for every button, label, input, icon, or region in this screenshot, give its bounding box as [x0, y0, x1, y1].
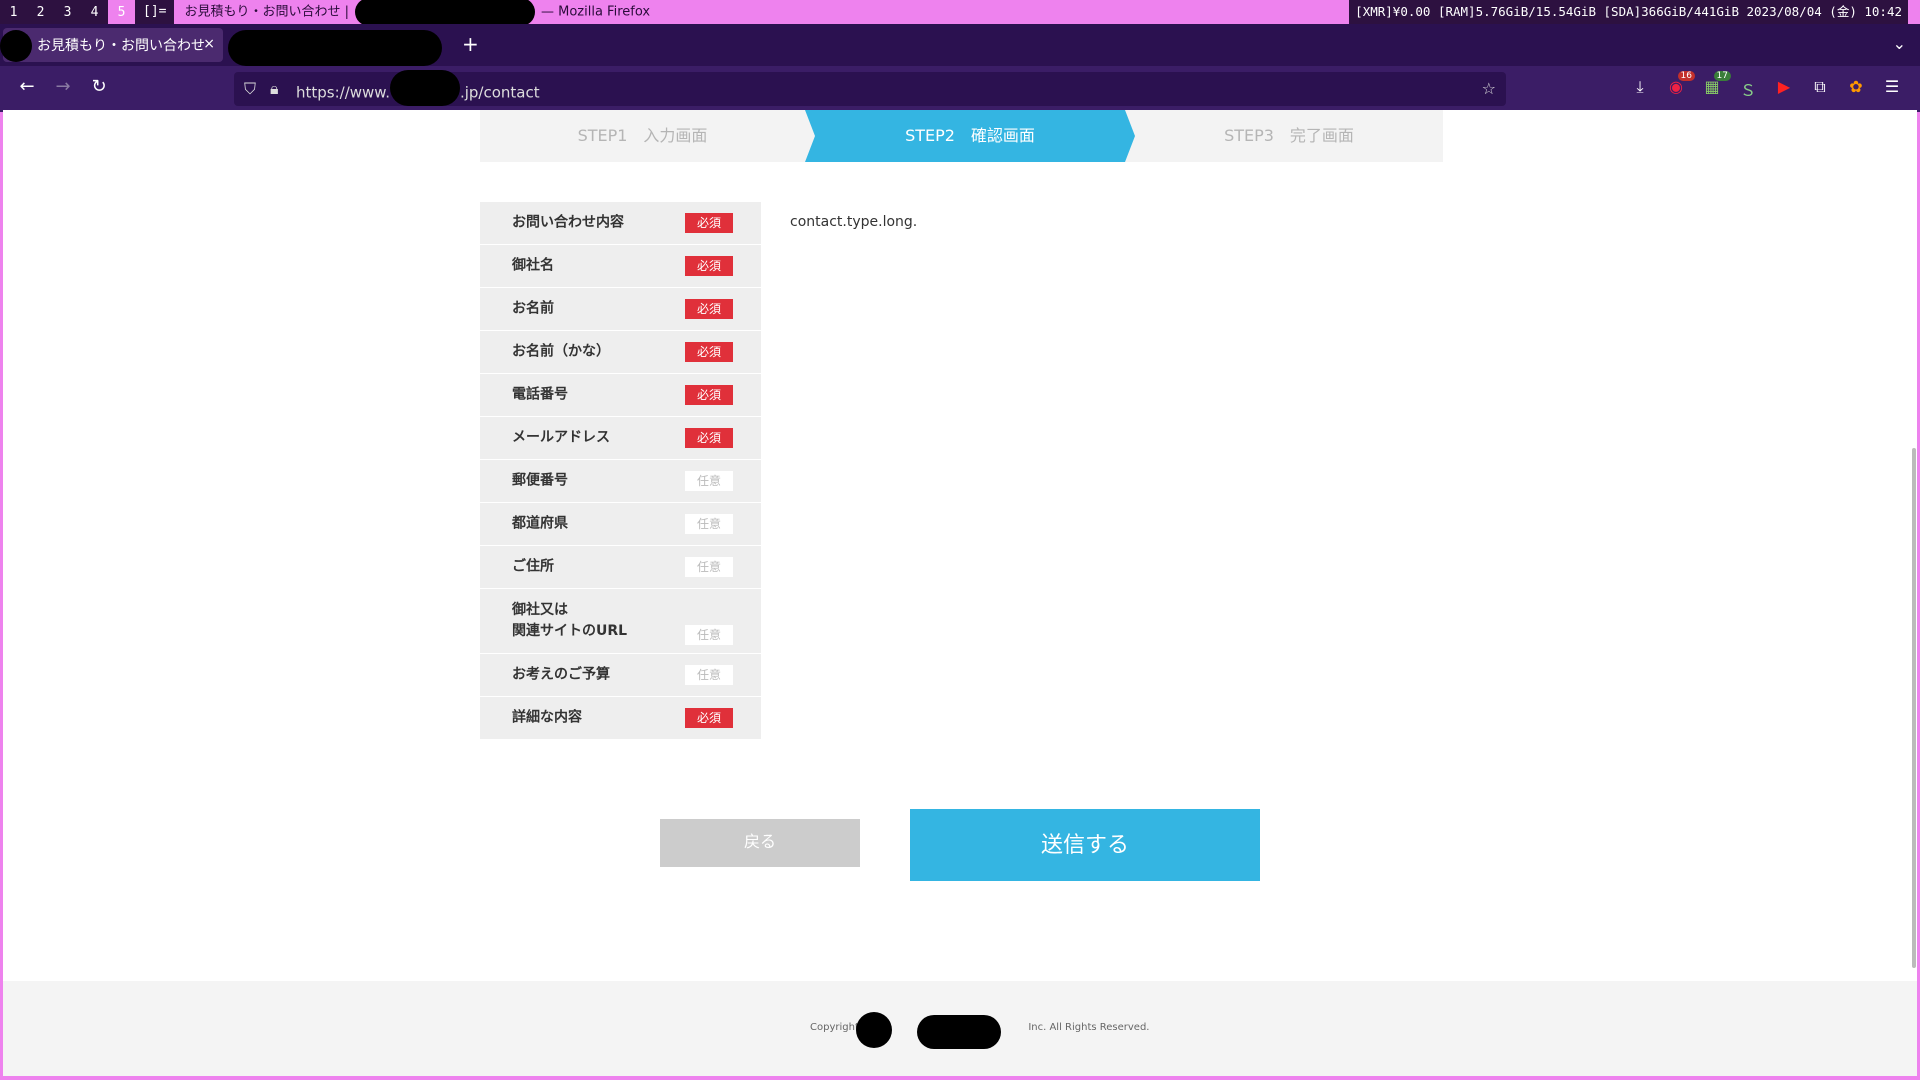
page-content: STEP1 入力画面 STEP2 確認画面 STEP3 完了画面 お問い合わせ内…	[3, 110, 1917, 1076]
copyright-right: Inc. All Rights Reserved.	[1028, 1022, 1150, 1033]
tab-bar: お見積もり・お問い合わせ × + ⌄	[0, 24, 1920, 66]
row-label: 御社又は 関連サイトのURL	[512, 602, 628, 639]
optional-badge: 任意	[685, 471, 733, 491]
copyright-left: Copyright	[810, 1022, 859, 1033]
step-1: STEP1 入力画面	[577, 126, 708, 145]
scrollbar-thumb[interactable]	[1912, 448, 1916, 968]
extension-badge: 17	[1713, 71, 1731, 81]
menu-hamburger-icon[interactable]: ☰	[1881, 77, 1903, 99]
row-label: お名前（かな）	[512, 343, 610, 360]
window-title: お見積もり・お問い合わせ | — Mozilla Firefox	[174, 0, 650, 26]
optional-badge: 任意	[685, 625, 733, 645]
row-label: お名前	[512, 300, 554, 317]
url-bar[interactable]: ⛉ 🔒︎ https://www. .jp/contact ☆	[234, 70, 1506, 106]
form-row-email: メールアドレス 必須	[480, 417, 761, 459]
form-row-inquiry-type: お問い合わせ内容 必須	[480, 202, 761, 244]
workspace-4[interactable]: 4	[81, 0, 108, 24]
ublock-badge: 16	[1677, 71, 1695, 81]
redaction-mask	[355, 0, 535, 26]
step-2: STEP2 確認画面	[905, 126, 1035, 145]
row-label: 郵便番号	[512, 472, 568, 489]
ublock-icon[interactable]: ◉ 16	[1665, 71, 1695, 99]
send-button[interactable]: 送信する	[910, 809, 1260, 881]
required-badge: 必須	[685, 385, 733, 405]
youtube-icon[interactable]: ▶	[1773, 77, 1795, 99]
form-row-postal-code: 郵便番号 任意	[480, 460, 761, 502]
back-arrow-icon[interactable]: ←	[14, 76, 40, 97]
url-suffix: .jp/contact	[459, 83, 540, 102]
form-row-phone: 電話番号 必須	[480, 374, 761, 416]
system-status: [XMR]¥0.00 [RAM]5.76GiB/15.54GiB [SDA]36…	[1349, 0, 1908, 24]
forward-arrow-icon[interactable]: →	[50, 76, 76, 97]
extension-calendar-icon[interactable]: ▦ 17	[1701, 71, 1731, 99]
row-label: 詳細な内容	[512, 709, 582, 726]
profile-icon[interactable]: ✿	[1845, 77, 1867, 99]
url-redaction-mask	[389, 70, 460, 106]
form-row-name: お名前 必須	[480, 288, 761, 330]
form-row-name-kana: お名前（かな） 必須	[480, 331, 761, 373]
row-label: お問い合わせ内容	[512, 214, 624, 231]
tab-active[interactable]: お見積もり・お問い合わせ ×	[0, 28, 223, 62]
lock-icon[interactable]: 🔒︎	[270, 79, 279, 99]
workspace-5[interactable]: 5	[108, 0, 135, 24]
confirmation-form: お問い合わせ内容 必須 御社名 必須 お名前 必須 お名前（かな） 必須 電話番号 必須 …	[480, 202, 761, 740]
row-label: ご住所	[512, 558, 554, 575]
workspace-3[interactable]: 3	[54, 0, 81, 24]
required-badge: 必須	[685, 428, 733, 448]
row-label: 都道府県	[512, 515, 568, 532]
footer-redaction-mask-2	[917, 1015, 1001, 1049]
window-title-left: お見積もり・お問い合わせ |	[184, 4, 349, 20]
url-text: https://www. .jp/contact	[296, 70, 540, 106]
row-label: 御社名	[512, 257, 554, 274]
tab-list-chevron-icon[interactable]: ⌄	[1893, 34, 1906, 53]
download-icon[interactable]: ⤓	[1629, 77, 1651, 99]
step-3: STEP3 完了画面	[1224, 126, 1354, 145]
required-badge: 必須	[685, 342, 733, 362]
workspace-2[interactable]: 2	[27, 0, 54, 24]
favicon-redaction-mask	[0, 30, 32, 62]
step-indicator: STEP1 入力画面 STEP2 確認画面 STEP3 完了画面	[480, 110, 1443, 162]
navigation-bar: ← → ↻ ⛉ 🔒︎ https://www. .jp/contact ☆ ⤓ ◉…	[0, 66, 1920, 112]
window-manager-bar: 1 2 3 4 5 []= お見積もり・お問い合わせ | — Mozilla Fi…	[0, 0, 1920, 26]
tab-title: お見積もり・お問い合わせ	[37, 38, 205, 54]
extension-s-icon[interactable]: Ｓ	[1737, 77, 1759, 100]
form-row-prefecture: 都道府県 任意	[480, 503, 761, 545]
optional-badge: 任意	[685, 514, 733, 534]
footer-redaction-mask-1	[856, 1012, 892, 1048]
reload-icon[interactable]: ↻	[86, 76, 112, 97]
extensions-puzzle-icon[interactable]: ⧉	[1809, 77, 1831, 99]
inquiry-type-value: contact.type.long.	[790, 214, 918, 230]
workspace-1[interactable]: 1	[0, 0, 27, 24]
form-row-details: 詳細な内容 必須	[480, 697, 761, 739]
window-title-right: — Mozilla Firefox	[541, 4, 651, 20]
form-row-address: ご住所 任意	[480, 546, 761, 588]
layout-indicator[interactable]: []=	[135, 0, 175, 24]
page-scrollbar[interactable]	[1907, 110, 1917, 1076]
form-row-company: 御社名 必須	[480, 245, 761, 287]
required-badge: 必須	[685, 708, 733, 728]
required-badge: 必須	[685, 299, 733, 319]
new-tab-button[interactable]: +	[462, 32, 479, 56]
required-badge: 必須	[685, 256, 733, 276]
row-label: 電話番号	[512, 386, 568, 403]
bookmark-star-icon[interactable]: ☆	[1482, 79, 1496, 98]
form-row-budget: お考えのご予算 任意	[480, 654, 761, 696]
shield-icon[interactable]: ⛉	[244, 79, 256, 99]
url-prefix: https://www.	[296, 83, 390, 102]
required-badge: 必須	[685, 213, 733, 233]
optional-badge: 任意	[685, 665, 733, 685]
optional-badge: 任意	[685, 557, 733, 577]
back-button[interactable]: 戻る	[660, 819, 860, 867]
tab-close-icon[interactable]: ×	[203, 36, 215, 52]
form-row-site-url: 御社又は 関連サイトのURL 任意	[480, 589, 761, 653]
row-label: メールアドレス	[512, 429, 610, 446]
footer: Copyright2023Inc. All Rights Reserved.	[3, 981, 1917, 1076]
tab-2-redacted[interactable]	[228, 30, 442, 66]
row-label: お考えのご予算	[512, 666, 610, 683]
